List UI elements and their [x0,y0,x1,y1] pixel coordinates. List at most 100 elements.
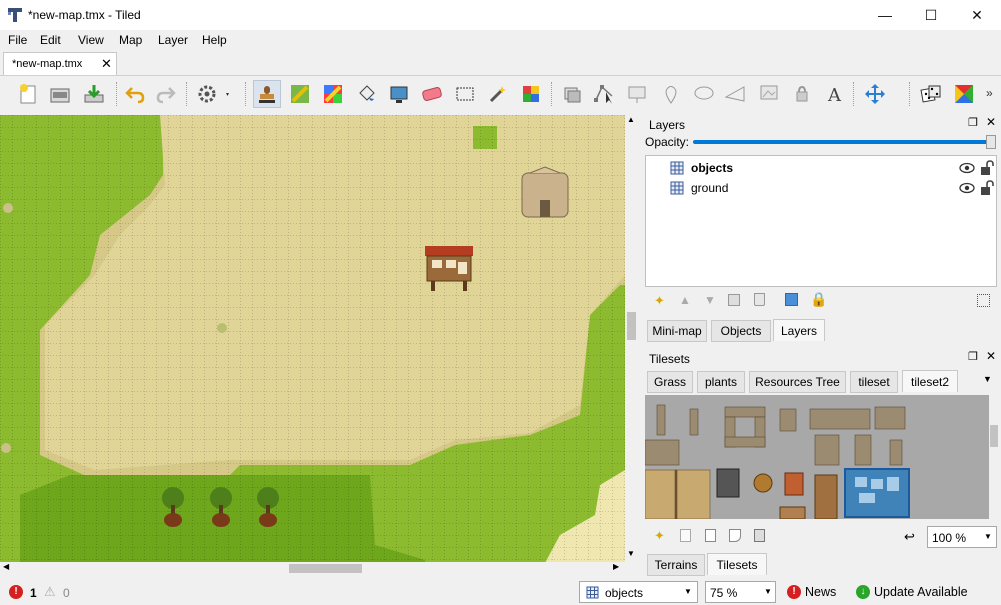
close-tab-icon[interactable]: ✕ [101,56,112,72]
scroll-up-arrow-icon[interactable]: ▲ [627,115,635,124]
tileset-zoom-combobox[interactable]: 100 % ▼ [927,526,997,548]
flower-object[interactable] [1,443,11,453]
tab-tileset-resources-tree[interactable]: Resources Tree [749,371,846,393]
menu-map[interactable]: Map [119,33,142,47]
map-horizontal-scrollbar[interactable]: ◀ ▶ [0,562,625,575]
remove-tileset-icon[interactable] [754,529,765,542]
duplicate-layer-icon[interactable] [728,294,740,306]
unlock-icon[interactable] [980,160,994,176]
tab-mini-map[interactable]: Mini-map [647,320,707,342]
tile-map[interactable] [0,115,625,563]
horizontal-scroll-thumb[interactable] [289,564,362,573]
map-zoom-combobox[interactable]: 75 % ▼ [705,581,776,603]
insert-polygon-icon[interactable] [721,80,749,108]
tileset-view[interactable] [645,395,989,519]
scroll-right-arrow-icon[interactable]: ▶ [613,562,619,571]
select-objects-icon[interactable] [558,80,586,108]
tab-tileset-plants[interactable]: plants [697,371,745,393]
unlock-icon[interactable] [980,180,994,196]
new-tileset-icon[interactable]: ✦ [654,528,665,544]
close-window-button[interactable]: ✕ [954,0,1000,30]
tab-tileset-tileset2[interactable]: tileset2 [902,370,958,392]
insert-template-icon[interactable] [788,80,816,108]
float-panel-icon[interactable]: ❐ [968,350,978,363]
select-same-tile-icon[interactable] [517,80,545,108]
delete-layer-icon[interactable] [754,293,765,306]
wang-tool-icon[interactable] [950,80,978,108]
tab-tileset-grass[interactable]: Grass [647,371,693,393]
edit-tileset-icon[interactable] [729,529,741,542]
flower-object[interactable] [3,203,13,213]
tab-tileset-tileset[interactable]: tileset [850,371,898,393]
update-available-button[interactable]: Update Available [874,585,968,599]
terrain-brush-icon[interactable] [286,80,314,108]
insert-ellipse-icon[interactable] [690,80,718,108]
tileset-tabs-dropdown-icon[interactable]: ▼ [983,374,992,384]
commands-gear-icon[interactable] [193,80,233,108]
visibility-eye-icon[interactable] [959,182,975,194]
map-vertical-scrollbar[interactable]: ▲ ▼ [625,115,638,563]
magic-wand-icon[interactable] [484,80,512,108]
tab-tilesets[interactable]: Tilesets [707,553,767,575]
undo-icon[interactable] [121,80,149,108]
close-panel-icon[interactable]: ✕ [986,115,996,129]
close-panel-icon[interactable]: ✕ [986,349,996,363]
redo-icon[interactable] [152,80,180,108]
dynamic-wrapping-icon[interactable]: ↩ [904,529,915,545]
edit-polygons-icon[interactable] [590,80,618,108]
visibility-eye-icon[interactable] [959,162,975,174]
new-layer-icon[interactable]: ✦ [654,293,665,309]
panel-options-icon[interactable] [977,294,990,307]
random-mode-dice-icon[interactable] [917,80,945,108]
news-button[interactable]: News [805,585,836,599]
scroll-left-arrow-icon[interactable]: ◀ [3,562,9,571]
rectangle-eraser-icon[interactable] [418,80,446,108]
bucket-fill-icon[interactable] [319,80,347,108]
tileset-scroll-thumb[interactable] [990,425,998,447]
stamp-brush-icon[interactable] [253,80,281,108]
maximize-button[interactable]: ☐ [908,0,954,30]
layer-select-combobox[interactable]: objects ▼ [579,581,698,603]
embed-tileset-icon[interactable] [680,529,691,542]
opacity-slider[interactable] [693,140,993,144]
document-tab[interactable]: *new-map.tmx ✕ [3,52,117,75]
export-tileset-icon[interactable] [705,529,716,542]
tileset-vertical-scrollbar[interactable] [989,395,998,519]
opacity-slider-handle[interactable] [986,135,996,149]
lock-layer-icon[interactable]: 🔒 [810,291,827,308]
tent-object[interactable] [521,166,569,218]
raise-layer-icon[interactable]: ▲ [679,293,691,307]
new-map-icon[interactable] [14,80,42,108]
layer-row-ground[interactable]: ground [646,178,996,198]
layer-list[interactable]: objects ground [645,155,997,287]
layer-row-objects[interactable]: objects [646,158,996,178]
move-icon[interactable] [861,80,889,108]
rectangular-select-icon[interactable] [451,80,479,108]
tab-layers[interactable]: Layers [773,319,825,341]
menu-help[interactable]: Help [202,33,227,47]
tab-terrains[interactable]: Terrains [647,554,705,576]
open-icon[interactable] [46,80,74,108]
tab-objects[interactable]: Objects [711,320,771,342]
lower-layer-icon[interactable]: ▼ [704,293,716,307]
menu-view[interactable]: View [78,33,104,47]
show-other-layers-icon[interactable] [785,293,798,306]
toolbar-overflow-icon[interactable]: » [986,86,993,100]
map-canvas[interactable] [0,115,625,563]
insert-tile-icon[interactable] [755,80,783,108]
flower-object[interactable] [217,323,227,333]
warning-icon[interactable]: ⚠ [44,584,56,600]
menu-file[interactable]: File [8,33,27,47]
float-panel-icon[interactable]: ❐ [968,116,978,129]
selected-tile[interactable] [844,468,910,518]
save-icon[interactable] [80,80,108,108]
shape-fill-icon[interactable] [352,80,380,108]
error-icon[interactable]: ! [9,585,23,599]
insert-point-icon[interactable] [657,80,685,108]
insert-rectangle-icon[interactable] [623,80,651,108]
scroll-down-arrow-icon[interactable]: ▼ [627,549,635,558]
eraser-icon[interactable] [385,80,413,108]
minimize-button[interactable]: — [862,0,908,30]
menu-edit[interactable]: Edit [40,33,61,47]
insert-text-icon[interactable]: A [821,80,849,108]
